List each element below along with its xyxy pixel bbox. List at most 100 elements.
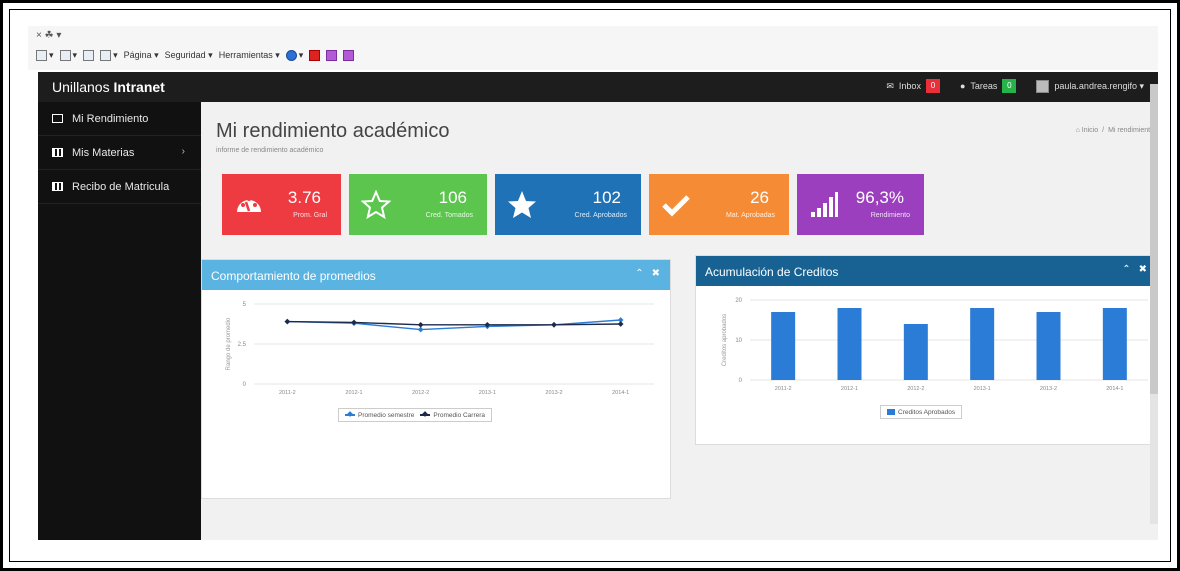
home-icon: ⌂: [1075, 127, 1080, 134]
check-icon: [662, 195, 690, 217]
page-title: Mi rendimiento académico: [216, 120, 450, 142]
stat-value: 26: [750, 188, 769, 207]
inbox-label: Inbox: [898, 81, 921, 91]
seguridad-menu[interactable]: Seguridad ▾: [165, 50, 213, 61]
feeds-button[interactable]: ▾: [59, 49, 77, 61]
sidebar-item-mi-rendimiento[interactable]: Mi Rendimiento: [38, 102, 201, 136]
browser-command-row: ▾ ▾ ▾ Página ▾ Seguridad ▾ Herramientas …: [36, 46, 355, 64]
sidebar-item-recibo-matricula[interactable]: Recibo de Matricula: [38, 170, 201, 204]
inbox-badge: 0: [925, 79, 940, 93]
stat-value: 106: [438, 188, 467, 207]
bar: [970, 308, 995, 380]
sidebar-item-mis-materias[interactable]: Mis Materias ›: [38, 136, 201, 170]
x-tick-label: 2013-2: [545, 390, 562, 396]
legend-item-creditos-aprobados[interactable]: Creditos Aprobados: [887, 409, 955, 416]
y-axis-label: Creditos aprobados: [722, 314, 728, 366]
star-outline-icon: [361, 190, 391, 220]
close-icon[interactable]: ×: [36, 30, 42, 41]
favorites-icon[interactable]: ☘ ▾: [45, 30, 62, 41]
sidebar-item-label: Mis Materias: [72, 146, 135, 159]
bar-chart: 0 10 20 Creditos aprobados 2011-2 2012-1 2012-…: [722, 298, 1148, 392]
stat-label: Cred. Aprobados: [574, 212, 627, 219]
close-icon[interactable]: ✖: [1139, 264, 1147, 275]
sidebar-item-label: Mi Rendimiento: [72, 112, 149, 125]
table-icon: [52, 148, 63, 157]
app-brand[interactable]: Unillanos Intranet: [52, 79, 165, 95]
addon-button-3[interactable]: [343, 49, 355, 61]
legend-label: Promedio Carrera: [433, 411, 486, 419]
legend-label: Promedio semestre: [358, 411, 415, 419]
signal-bars-icon: [811, 192, 838, 217]
page-subtitle: informe de rendimiento académico: [216, 147, 324, 154]
help-icon: [285, 49, 297, 61]
stat-prom-gral[interactable]: 3.76 Prom. Gral: [222, 174, 341, 235]
panel-header: Comportamiento de promedios ⌃ ✖: [202, 260, 670, 290]
line-chart: 0 2.5 5 Rango de promedio 2011-2 2012-1 2012-2…: [226, 302, 654, 396]
data-point: [351, 319, 357, 326]
envelope-icon: ✉: [886, 80, 894, 91]
y-axis-label: Rango de promedio: [226, 317, 232, 370]
panel-title: Acumulación de Creditos: [705, 265, 839, 279]
pagina-menu[interactable]: Página ▾: [124, 50, 159, 61]
panel-controls: ⌃ ✖: [1122, 264, 1147, 275]
data-point: [417, 321, 424, 328]
tasks-icon: ●: [959, 81, 966, 91]
stat-cred-aprobados[interactable]: 102 Cred. Aprobados: [495, 174, 641, 235]
stat-value: 3.76: [287, 188, 321, 207]
x-tick-label: 2012-1: [345, 390, 362, 396]
x-tick-label: 2013-1: [974, 386, 991, 392]
y-tick-label: 10: [735, 338, 742, 344]
star-icon: [508, 191, 536, 218]
stat-cred-tomados[interactable]: 106 Cred. Tomados: [349, 174, 487, 235]
x-tick-label: 2013-2: [1040, 386, 1057, 392]
legend-label: Creditos Aprobados: [898, 408, 956, 416]
x-tick-label: 2011-2: [775, 386, 792, 392]
print-icon: [100, 49, 112, 61]
scrollbar-thumb[interactable]: [1150, 84, 1158, 394]
inbox-button[interactable]: ✉ Inbox 0: [886, 79, 940, 93]
addon-button-1[interactable]: [309, 49, 321, 61]
user-menu[interactable]: paula.andrea.rengifo ▾: [1036, 79, 1144, 93]
addon-purple-icon: [326, 49, 338, 61]
stat-tiles: 3.76 Prom. Gral 106 Cred. Tomados 102 Cr…: [222, 174, 924, 235]
topbar-actions: ✉ Inbox 0 ● Tareas 0 paula.andrea.rengif…: [886, 79, 1144, 93]
data-point: [617, 321, 624, 327]
mail-icon: [83, 49, 95, 61]
herramientas-menu[interactable]: Herramientas ▾: [219, 50, 280, 61]
stat-label: Mat. Aprobadas: [725, 212, 775, 219]
home-icon: [36, 49, 47, 61]
x-tick-label: 2014-1: [1106, 386, 1123, 392]
stat-label: Cred. Tomados: [425, 212, 473, 219]
legend-item-promedio-semestre[interactable]: Promedio semestre: [345, 412, 414, 419]
user-name: paula.andrea.rengifo ▾: [1054, 80, 1144, 91]
table-icon: [52, 182, 63, 191]
stat-value: 96,3%: [855, 188, 904, 207]
legend-marker: [887, 409, 895, 415]
mail-button[interactable]: [83, 49, 95, 61]
panel-controls: ⌃ ✖: [635, 268, 660, 279]
stat-rendimiento[interactable]: 96,3% Rendimiento: [797, 174, 924, 235]
bar: [1036, 312, 1061, 380]
dashboard-icon: [237, 197, 261, 212]
chevron-right-icon: ›: [181, 146, 185, 157]
panel-header: Acumulación de Creditos ⌃ ✖: [696, 256, 1157, 286]
page-scrollbar[interactable]: [1150, 84, 1158, 524]
close-icon[interactable]: ✖: [652, 268, 660, 279]
collapse-icon[interactable]: ⌃: [1122, 264, 1130, 275]
data-point: [284, 318, 291, 325]
help-button[interactable]: ▾: [285, 49, 303, 61]
bar: [1102, 308, 1127, 380]
stat-value: 102: [592, 188, 621, 207]
y-tick-label: 0: [739, 378, 743, 384]
x-tick-label: 2012-1: [841, 386, 858, 392]
addon-button-2[interactable]: [326, 49, 338, 61]
home-button[interactable]: ▾: [36, 49, 54, 61]
legend-item-promedio-carrera[interactable]: Promedio Carrera: [420, 412, 485, 419]
print-button[interactable]: ▾: [100, 49, 118, 61]
collapse-icon[interactable]: ⌃: [635, 268, 643, 279]
tareas-button[interactable]: ● Tareas 0: [959, 79, 1017, 93]
bar: [837, 308, 862, 380]
x-tick-label: 2012-2: [412, 390, 429, 396]
stat-mat-aprobadas[interactable]: 26 Mat. Aprobadas: [649, 174, 789, 235]
breadcrumb-home[interactable]: ⌂ Inicio: [1076, 127, 1099, 134]
